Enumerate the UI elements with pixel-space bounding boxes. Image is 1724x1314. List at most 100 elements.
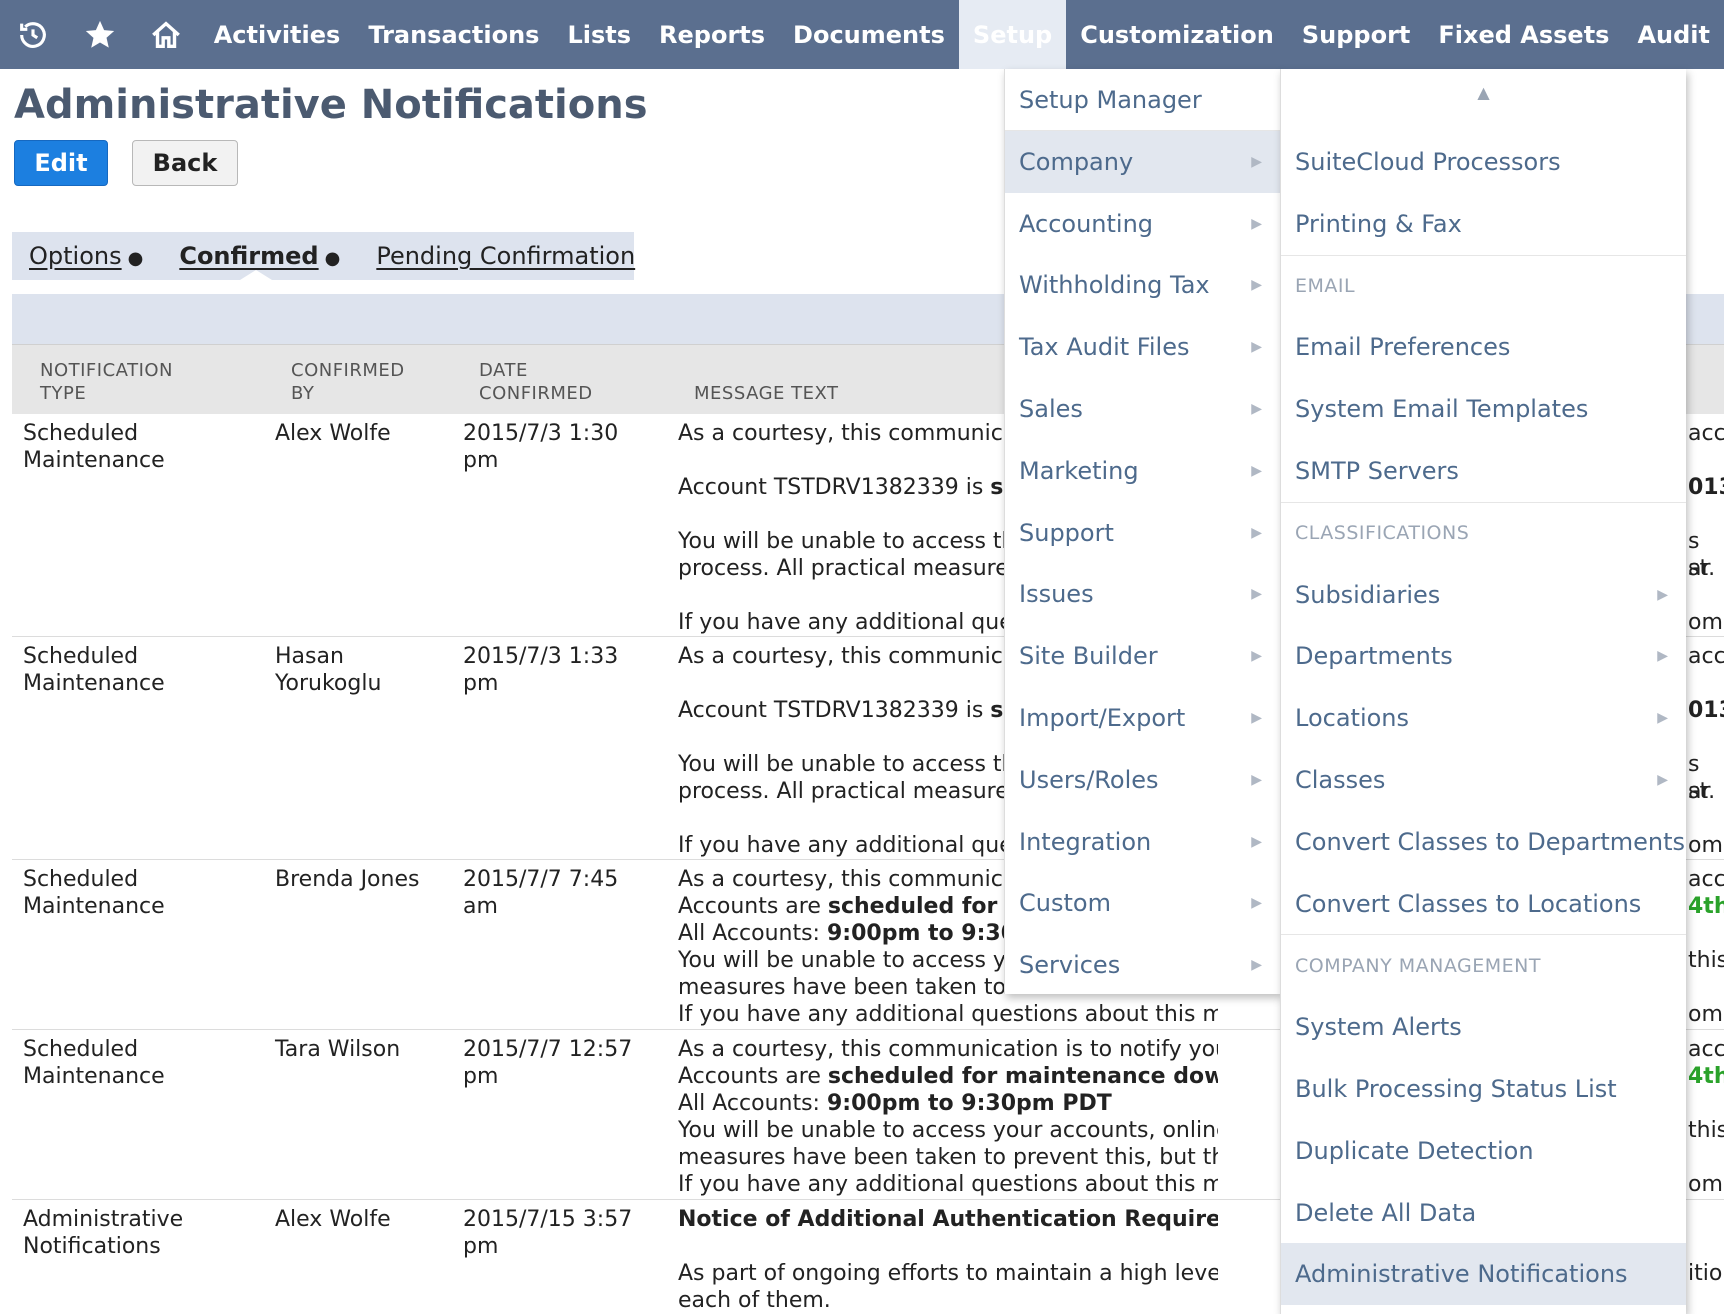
nav-audit[interactable]: Audit [1623,0,1724,69]
company-menu-item-departments[interactable]: Departments ▶ [1281,625,1686,687]
tab-confirmed[interactable]: Confirmed ● [179,242,340,270]
company-menu-item-smtp-servers[interactable]: SMTP Servers [1281,440,1686,502]
company-menu-item-system-alerts[interactable]: System Alerts [1281,996,1686,1058]
date-confirmed-cell-line: 2015/7/3 1:30 [463,421,619,446]
setup-menu-item-label: Support [1019,518,1114,547]
message-overflow-fragment: this [1688,1118,1724,1143]
nav-reports[interactable]: Reports [645,0,779,69]
confirmed-by-cell-line: Alex Wolfe [275,421,391,446]
scroll-up-arrow-icon[interactable]: ▲ [1281,83,1686,102]
setup-menu-item-label: Accounting [1019,209,1154,238]
message-line: You will be unable to access your accoun… [678,1118,1218,1143]
setup-menu-item-label: Issues [1019,580,1094,609]
company-menu-item-printing-fax[interactable]: Printing & Fax [1281,193,1686,255]
company-menu-item-label: Classes [1295,766,1386,794]
company-menu-item-label: Locations [1295,704,1410,733]
confirmed-by-cell: Brenda Jones [275,866,445,893]
setup-menu-item-setup-manager[interactable]: Setup Manager [1005,69,1280,131]
confirmed-by-cell: Alex Wolfe [275,1206,445,1233]
setup-menu-item-sales[interactable]: Sales ▶ [1005,378,1280,440]
company-menu-item-label: Email Preferences [1295,333,1511,362]
tab-pending-confirmation[interactable]: Pending Confirmation [376,242,635,270]
edit-button[interactable]: Edit [14,140,108,186]
company-menu-item-convert-classes-to-locations[interactable]: Convert Classes to Locations [1281,873,1686,935]
notification-type-cell-line: Scheduled [23,867,139,892]
date-confirmed-cell-line: 2015/7/7 7:45 [463,867,619,892]
header-date-confirmed[interactable]: DATE CONFIRMED [479,359,593,405]
company-menu-item-delete-all-data[interactable]: Delete All Data [1281,1182,1686,1244]
submenu-arrow-icon: ▶ [1251,215,1262,232]
setup-menu-item-label: Integration [1019,827,1152,856]
home-icon[interactable] [133,0,200,69]
favorites-star-icon[interactable] [67,0,134,69]
nav-documents[interactable]: Documents [779,0,959,69]
active-tab-caret [240,270,272,280]
date-confirmed-cell-line: am [463,894,498,919]
setup-menu-item-integration[interactable]: Integration ▶ [1005,811,1280,873]
setup-menu-item-support[interactable]: Support ▶ [1005,502,1280,564]
company-menu-item-suitecloud-processors[interactable]: SuiteCloud Processors [1281,131,1686,193]
confirmed-by-cell-line: Tara Wilson [275,1037,401,1062]
company-menu-item-system-email-templates[interactable]: System Email Templates [1281,378,1686,440]
message-line: Notice of Additional Authentication Requ… [678,1207,1218,1232]
submenu-arrow-icon: ▶ [1251,648,1262,665]
company-menu-item-administrative-notifications[interactable]: Administrative Notifications [1281,1243,1686,1306]
company-menu-item-locations[interactable]: Locations ▶ [1281,687,1686,749]
menu-section-classifications: CLASSIFICATIONS [1281,501,1686,564]
submenu-arrow-icon: ▶ [1251,153,1262,170]
header-message-text[interactable]: MESSAGE TEXT [694,359,839,405]
notification-type-cell-line: Scheduled [23,1037,139,1062]
message-overflow-fragment: 013 [1688,475,1724,500]
company-menu-item-bulk-processing-status-list[interactable]: Bulk Processing Status List [1281,1058,1686,1120]
nav-fixed-assets[interactable]: Fixed Assets [1424,0,1623,69]
company-menu-item-label: SMTP Servers [1295,457,1459,485]
setup-menu-item-label: Company [1019,147,1134,176]
header-confirmed-by[interactable]: CONFIRMED BY [291,359,405,405]
company-menu-item-convert-classes-to-departments[interactable]: Convert Classes to Departments [1281,811,1686,873]
notification-type-cell-line: Maintenance [23,1064,165,1089]
setup-menu-item-label: Import/Export [1019,704,1186,732]
nav-transactions[interactable]: Transactions [354,0,553,69]
header-notification-type[interactable]: NOTIFICATION TYPE [40,359,173,405]
recent-records-icon[interactable] [0,0,67,69]
setup-menu-item-withholding-tax[interactable]: Withholding Tax ▶ [1005,254,1280,316]
page-title: Administrative Notifications [14,82,648,128]
submenu-arrow-icon: ▶ [1251,462,1262,479]
company-menu-item-duplicate-detection[interactable]: Duplicate Detection [1281,1120,1686,1182]
setup-menu-item-import-export[interactable]: Import/Export ▶ [1005,687,1280,749]
company-menu-item-label: COMPANY MANAGEMENT [1295,954,1541,977]
submenu-arrow-icon: ▶ [1251,771,1262,788]
company-menu-item-label: Duplicate Detection [1295,1136,1534,1165]
back-button[interactable]: Back [132,140,238,186]
company-menu-item-subsidiaries[interactable]: Subsidiaries ▶ [1281,564,1686,626]
date-confirmed-cell: 2015/7/3 1:30 pm [463,420,663,474]
setup-menu-item-users-roles[interactable]: Users/Roles ▶ [1005,749,1280,811]
company-menu-item-label: Bulk Processing Status List [1295,1075,1617,1103]
company-menu-item-label: System Alerts [1295,1013,1462,1042]
nav-activities[interactable]: Activities [200,0,355,69]
notification-type-cell: Scheduled Maintenance [23,643,253,697]
nav-customization[interactable]: Customization [1066,0,1288,69]
notification-type-cell-line: Maintenance [23,894,165,919]
message-overflow-fragment: ome [1688,610,1724,635]
setup-menu-item-tax-audit-files[interactable]: Tax Audit Files ▶ [1005,316,1280,378]
tab-options[interactable]: Options ● [29,242,143,270]
setup-menu-item-site-builder[interactable]: Site Builder ▶ [1005,625,1280,687]
setup-menu-item-issues[interactable]: Issues ▶ [1005,563,1280,625]
company-menu-item-label: Departments [1295,642,1453,671]
company-menu-item-classes[interactable]: Classes ▶ [1281,749,1686,811]
company-submenu: ▲ SuiteCloud Processors Printing & Fax EMA… [1280,69,1686,1314]
nav-setup[interactable]: Setup [958,0,1067,69]
date-confirmed-cell-line: 2015/7/3 1:33 [463,644,619,669]
setup-menu-item-company[interactable]: Company ▶ [1005,130,1280,193]
setup-menu-item-label: Marketing [1019,456,1139,485]
setup-menu-item-custom[interactable]: Custom ▶ [1005,872,1280,934]
setup-menu-item-services[interactable]: Services ▶ [1005,934,1280,996]
submenu-arrow-icon: ▶ [1251,339,1262,356]
message-overflow-fragment: acco [1688,644,1724,669]
company-menu-item-email-preferences[interactable]: Email Preferences [1281,316,1686,378]
nav-lists[interactable]: Lists [553,0,645,69]
setup-menu-item-marketing[interactable]: Marketing ▶ [1005,440,1280,502]
setup-menu-item-accounting[interactable]: Accounting ▶ [1005,193,1280,255]
nav-support[interactable]: Support [1288,0,1425,69]
